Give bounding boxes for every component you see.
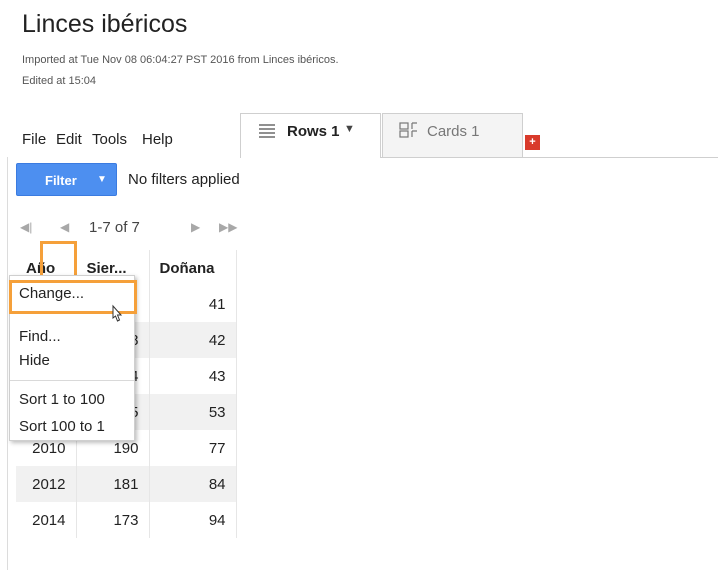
table-cell: 77 <box>149 430 237 466</box>
mouse-cursor-icon <box>112 304 123 322</box>
tab-rows-label: Rows 1 <box>287 123 340 140</box>
table-row: 2014 173 94 <box>16 502 237 538</box>
tab-cards-label: Cards 1 <box>427 123 480 140</box>
table-cell: 94 <box>149 502 237 538</box>
table-cell: 53 <box>149 394 237 430</box>
import-info: Imported at Tue Nov 08 06:04:27 PST 2016… <box>22 54 339 66</box>
table-cell: 2014 <box>16 502 77 538</box>
filter-status: No filters applied <box>128 171 240 188</box>
table-cell: 2012 <box>16 466 77 502</box>
menu-item-find[interactable]: Find... <box>19 328 61 345</box>
edit-info: Edited at 15:04 <box>22 75 97 87</box>
table-row: 2012 181 84 <box>16 466 237 502</box>
menu-edit[interactable]: Edit <box>56 131 82 148</box>
first-page-icon[interactable]: ◀| <box>20 220 32 234</box>
menu-item-hide[interactable]: Hide <box>19 352 50 369</box>
prev-page-icon[interactable]: ◀ <box>60 220 69 234</box>
tab-rows[interactable]: Rows 1 ▼ <box>240 113 381 158</box>
chevron-down-icon[interactable]: ▼ <box>344 123 355 135</box>
left-divider <box>7 157 8 570</box>
cards-icon <box>399 122 417 138</box>
next-page-icon[interactable]: ▶ <box>191 220 200 234</box>
chevron-down-icon: ▼ <box>97 174 107 185</box>
menu-help[interactable]: Help <box>142 131 173 148</box>
menu-separator <box>10 380 134 381</box>
filter-button[interactable]: Filter ▼ <box>16 163 117 196</box>
table-cell: 173 <box>76 502 150 538</box>
table-cell: 43 <box>149 358 237 394</box>
pager-range: 1-7 of 7 <box>89 219 140 236</box>
menu-item-sort-asc[interactable]: Sort 1 to 100 <box>19 391 105 408</box>
table-cell: 41 <box>149 286 237 322</box>
add-tab-button[interactable]: + <box>525 135 540 150</box>
last-page-icon[interactable]: ▶▶ <box>219 220 237 234</box>
menu-file[interactable]: File <box>22 131 46 148</box>
table-title: Linces ibéricos <box>22 10 188 38</box>
table-cell: 181 <box>76 466 150 502</box>
table-cell: 42 <box>149 322 237 358</box>
filter-button-label: Filter <box>45 173 77 188</box>
menu-tools[interactable]: Tools <box>92 131 127 148</box>
rows-icon <box>259 124 275 138</box>
tab-cards[interactable]: Cards 1 <box>382 113 523 158</box>
column-header-donana[interactable]: Doñana <box>149 250 237 286</box>
table-cell: 84 <box>149 466 237 502</box>
menu-item-sort-desc[interactable]: Sort 100 to 1 <box>19 418 105 435</box>
